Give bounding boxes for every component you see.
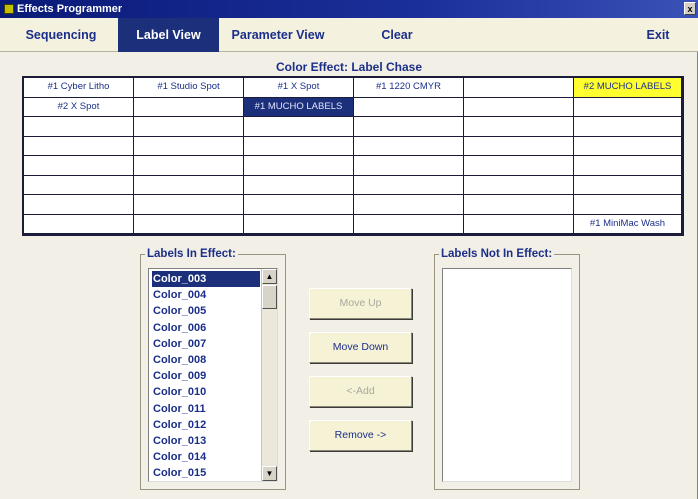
grid-cell[interactable] xyxy=(464,156,574,176)
remove-button[interactable]: Remove -> xyxy=(309,420,412,451)
add-button[interactable]: <-Add xyxy=(309,376,412,407)
grid-cell[interactable] xyxy=(464,117,574,137)
grid-cell[interactable] xyxy=(354,214,464,234)
grid-cell[interactable] xyxy=(134,214,244,234)
grid-cell[interactable] xyxy=(24,175,134,195)
grid-cell[interactable] xyxy=(354,195,464,215)
grid-cell[interactable] xyxy=(134,156,244,176)
list-item[interactable]: Color_013 xyxy=(152,433,206,449)
grid-cell[interactable] xyxy=(244,117,354,137)
grid-cell[interactable] xyxy=(464,136,574,156)
scroll-down-icon[interactable]: ▼ xyxy=(262,466,277,481)
grid-cell[interactable] xyxy=(464,78,574,98)
grid-cell[interactable] xyxy=(134,195,244,215)
grid-cell[interactable] xyxy=(464,195,574,215)
grid-cell[interactable] xyxy=(134,136,244,156)
grid-cell[interactable] xyxy=(354,97,464,117)
grid-cell[interactable] xyxy=(574,175,682,195)
grid-cell[interactable]: #1 1220 CMYR xyxy=(354,78,464,98)
grid-cell[interactable] xyxy=(464,97,574,117)
menu-sequencing[interactable]: Sequencing xyxy=(12,18,110,52)
grid-cell[interactable] xyxy=(464,175,574,195)
close-icon[interactable]: x xyxy=(684,2,696,15)
grid-cell[interactable] xyxy=(354,175,464,195)
grid-cell[interactable]: #1 MiniMac Wash xyxy=(574,214,682,234)
grid-cell[interactable]: #1 X Spot xyxy=(244,78,354,98)
menu-parameter-view[interactable]: Parameter View xyxy=(222,18,334,52)
window-title: Effects Programmer xyxy=(17,3,123,15)
grid-cell[interactable] xyxy=(24,195,134,215)
labels-in-effect-list[interactable]: ▲ ▼ Color_003 Color_004 Color_005 Color_006… xyxy=(148,268,278,482)
grid-cell[interactable]: #1 Cyber Litho xyxy=(24,78,134,98)
grid-cell[interactable] xyxy=(24,156,134,176)
grid-cell[interactable] xyxy=(354,117,464,137)
move-down-button[interactable]: Move Down xyxy=(309,332,412,363)
scroll-thumb[interactable] xyxy=(262,285,277,309)
effect-title: Color Effect: Label Chase xyxy=(275,60,423,74)
grid-cell[interactable]: #2 X Spot xyxy=(24,97,134,117)
label-grid: #1 Cyber Litho #1 Studio Spot #1 X Spot #1 … xyxy=(22,76,684,236)
grid-cell[interactable] xyxy=(574,156,682,176)
grid-cell[interactable] xyxy=(134,117,244,137)
menu-clear[interactable]: Clear xyxy=(372,18,422,52)
grid-cell[interactable] xyxy=(574,136,682,156)
menu-bar: Sequencing Label View Parameter View Cle… xyxy=(0,18,698,52)
list-item[interactable]: Color_008 xyxy=(152,352,206,368)
move-up-button[interactable]: Move Up xyxy=(309,288,412,319)
list-item[interactable]: Color_004 xyxy=(152,287,206,303)
list-item[interactable]: Color_009 xyxy=(152,368,206,384)
grid-cell[interactable] xyxy=(574,117,682,137)
grid-cell[interactable]: #1 Studio Spot xyxy=(134,78,244,98)
list-item[interactable]: Color_012 xyxy=(152,417,206,433)
grid-cell[interactable] xyxy=(24,117,134,137)
menu-label-view[interactable]: Label View xyxy=(118,18,219,52)
grid-cell[interactable]: #2 MUCHO LABELS xyxy=(574,78,682,98)
list-item[interactable]: Color_006 xyxy=(152,320,206,336)
grid-cell[interactable] xyxy=(354,156,464,176)
grid-cell[interactable] xyxy=(24,136,134,156)
grid-cell[interactable] xyxy=(574,97,682,117)
grid-cell[interactable] xyxy=(574,195,682,215)
grid-cell[interactable] xyxy=(244,175,354,195)
list-item[interactable]: Color_011 xyxy=(152,401,206,417)
grid-cell[interactable] xyxy=(24,214,134,234)
grid-cell[interactable]: #1 MUCHO LABELS xyxy=(244,97,354,117)
list-item[interactable]: Color_015 xyxy=(152,465,206,481)
scroll-up-icon[interactable]: ▲ xyxy=(262,269,277,284)
grid-cell[interactable] xyxy=(244,214,354,234)
grid-cell[interactable] xyxy=(134,175,244,195)
app-icon xyxy=(4,4,14,14)
grid-cell[interactable] xyxy=(244,136,354,156)
grid-cell[interactable] xyxy=(134,97,244,117)
labels-not-in-effect-list[interactable] xyxy=(442,268,572,482)
grid-cell[interactable] xyxy=(464,214,574,234)
list-item[interactable]: Color_005 xyxy=(152,303,206,319)
labels-in-effect-title: Labels In Effect: xyxy=(145,248,238,260)
grid-cell[interactable] xyxy=(354,136,464,156)
effects-programmer-window: Effects Programmer x Sequencing Label Vi… xyxy=(0,0,698,499)
title-bar: Effects Programmer x xyxy=(0,0,698,18)
labels-not-in-effect-title: Labels Not In Effect: xyxy=(439,248,555,260)
menu-exit[interactable]: Exit xyxy=(638,18,678,52)
list-scrollbar[interactable]: ▲ ▼ xyxy=(261,269,277,481)
grid-cell[interactable] xyxy=(244,156,354,176)
list-item[interactable]: Color_003 xyxy=(152,271,260,287)
list-item[interactable]: Color_014 xyxy=(152,449,206,465)
grid-cell[interactable] xyxy=(244,195,354,215)
list-item[interactable]: Color_007 xyxy=(152,336,206,352)
list-item[interactable]: Color_010 xyxy=(152,384,206,400)
